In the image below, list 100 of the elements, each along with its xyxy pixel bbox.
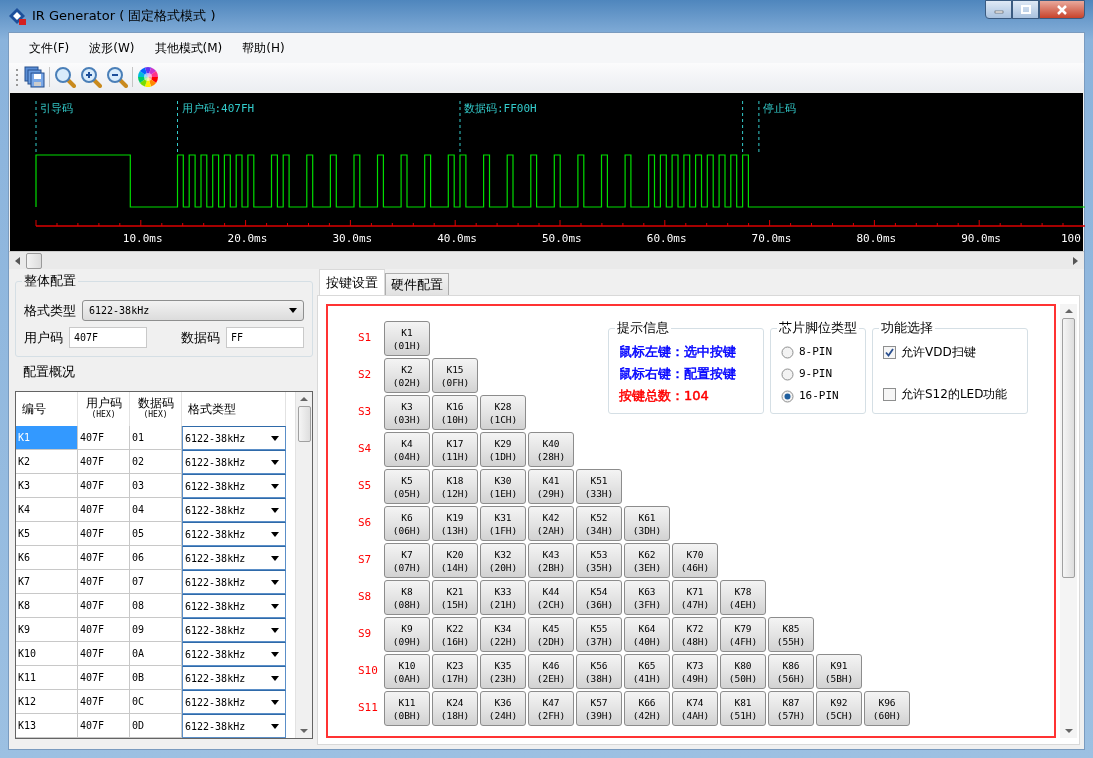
key-button[interactable]: K78 (4EH) xyxy=(720,580,766,615)
format-dropdown[interactable]: 6122-38kHz xyxy=(182,426,286,450)
table-cell[interactable]: K12 xyxy=(16,690,78,714)
key-button[interactable]: K85 (55H) xyxy=(768,617,814,652)
key-button[interactable]: K21 (15H) xyxy=(432,580,478,615)
user-code-field[interactable]: 407F xyxy=(69,327,147,348)
table-cell[interactable]: K2 xyxy=(16,450,78,474)
key-button[interactable]: K64 (40H) xyxy=(624,617,670,652)
menu-item[interactable]: 波形(W) xyxy=(79,37,145,59)
key-button[interactable]: K6 (06H) xyxy=(384,506,430,541)
table-cell[interactable]: K13 xyxy=(16,714,78,738)
format-dropdown[interactable]: 6122-38kHz xyxy=(182,714,286,738)
key-button[interactable]: K79 (4FH) xyxy=(720,617,766,652)
key-button[interactable]: K71 (47H) xyxy=(672,580,718,615)
key-button[interactable]: K33 (21H) xyxy=(480,580,526,615)
key-button[interactable]: K7 (07H) xyxy=(384,543,430,578)
key-button[interactable]: K31 (1FH) xyxy=(480,506,526,541)
key-button[interactable]: K62 (3EH) xyxy=(624,543,670,578)
key-button[interactable]: K55 (37H) xyxy=(576,617,622,652)
table-cell[interactable]: K5 xyxy=(16,522,78,546)
table-cell[interactable]: K4 xyxy=(16,498,78,522)
key-button[interactable]: K46 (2EH) xyxy=(528,654,574,689)
key-button[interactable]: K81 (51H) xyxy=(720,691,766,726)
key-button[interactable]: K57 (39H) xyxy=(576,691,622,726)
format-dropdown[interactable]: 6122-38kHz xyxy=(182,498,286,522)
key-button[interactable]: K56 (38H) xyxy=(576,654,622,689)
key-button[interactable]: K73 (49H) xyxy=(672,654,718,689)
format-dropdown[interactable]: 6122-38kHz xyxy=(182,570,286,594)
checkbox[interactable] xyxy=(883,387,896,401)
format-dropdown[interactable]: 6122-38kHz xyxy=(182,642,286,666)
key-button[interactable]: K11 (0BH) xyxy=(384,691,430,726)
key-button[interactable]: K5 (05H) xyxy=(384,469,430,504)
key-button[interactable]: K20 (14H) xyxy=(432,543,478,578)
key-button[interactable]: K40 (28H) xyxy=(528,432,574,467)
key-button[interactable]: K15 (0FH) xyxy=(432,358,478,393)
format-dropdown[interactable]: 6122-38kHz xyxy=(182,690,286,714)
format-dropdown[interactable]: 6122-38kHz xyxy=(182,666,286,690)
key-button[interactable]: K91 (5BH) xyxy=(816,654,862,689)
key-button[interactable]: K17 (11H) xyxy=(432,432,478,467)
scroll-thumb[interactable] xyxy=(1062,318,1075,578)
key-button[interactable]: K23 (17H) xyxy=(432,654,478,689)
close-button[interactable] xyxy=(1039,0,1085,19)
key-button[interactable]: K32 (20H) xyxy=(480,543,526,578)
radio-button[interactable] xyxy=(781,389,794,403)
key-button[interactable]: K96 (60H) xyxy=(864,691,910,726)
key-button[interactable]: K42 (2AH) xyxy=(528,506,574,541)
key-button[interactable]: K18 (12H) xyxy=(432,469,478,504)
key-button[interactable]: K43 (2BH) xyxy=(528,543,574,578)
menu-item[interactable]: 其他模式(M) xyxy=(144,37,233,59)
color-wheel-icon[interactable] xyxy=(137,66,159,88)
key-button[interactable]: K10 (0AH) xyxy=(384,654,430,689)
key-button[interactable]: K28 (1CH) xyxy=(480,395,526,430)
key-button[interactable]: K36 (24H) xyxy=(480,691,526,726)
key-button[interactable]: K44 (2CH) xyxy=(528,580,574,615)
data-code-field[interactable]: FF xyxy=(226,327,304,348)
table-cell[interactable]: K11 xyxy=(16,666,78,690)
key-button[interactable]: K30 (1EH) xyxy=(480,469,526,504)
key-button[interactable]: K29 (1DH) xyxy=(480,432,526,467)
format-dropdown[interactable]: 6122-38kHz xyxy=(182,474,286,498)
key-button[interactable]: K54 (36H) xyxy=(576,580,622,615)
table-cell[interactable]: K3 xyxy=(16,474,78,498)
key-button[interactable]: K4 (04H) xyxy=(384,432,430,467)
key-button[interactable]: K72 (48H) xyxy=(672,617,718,652)
zoom-out-icon[interactable] xyxy=(106,66,128,88)
key-button[interactable]: K19 (13H) xyxy=(432,506,478,541)
key-button[interactable]: K63 (3FH) xyxy=(624,580,670,615)
key-button[interactable]: K35 (23H) xyxy=(480,654,526,689)
key-button[interactable]: K74 (4AH) xyxy=(672,691,718,726)
save-icon[interactable] xyxy=(23,66,45,88)
key-button[interactable]: K66 (42H) xyxy=(624,691,670,726)
table-cell[interactable]: K9 xyxy=(16,618,78,642)
key-button[interactable]: K80 (50H) xyxy=(720,654,766,689)
tab[interactable]: 按键设置 xyxy=(319,268,385,295)
key-button[interactable]: K52 (34H) xyxy=(576,506,622,541)
tab[interactable]: 硬件配置 xyxy=(385,272,449,295)
scroll-thumb[interactable] xyxy=(297,406,311,442)
format-dropdown[interactable]: 6122-38kHz xyxy=(82,300,304,321)
key-button[interactable]: K86 (56H) xyxy=(768,654,814,689)
format-dropdown[interactable]: 6122-38kHz xyxy=(182,594,286,618)
format-dropdown[interactable]: 6122-38kHz xyxy=(182,522,286,546)
key-button[interactable]: K53 (35H) xyxy=(576,543,622,578)
key-button[interactable]: K1 (01H) xyxy=(384,321,430,356)
maximize-button[interactable] xyxy=(1012,0,1039,19)
table-cell[interactable]: K7 xyxy=(16,570,78,594)
key-button[interactable]: K8 (08H) xyxy=(384,580,430,615)
key-button[interactable]: K70 (46H) xyxy=(672,543,718,578)
key-button[interactable]: K34 (22H) xyxy=(480,617,526,652)
checkbox[interactable] xyxy=(883,345,896,359)
key-button[interactable]: K22 (16H) xyxy=(432,617,478,652)
table-cell[interactable]: K10 xyxy=(16,642,78,666)
table-cell[interactable]: K8 xyxy=(16,594,78,618)
search-icon[interactable] xyxy=(54,66,76,88)
key-button[interactable]: K24 (18H) xyxy=(432,691,478,726)
minimize-button[interactable] xyxy=(985,0,1012,19)
radio-button[interactable] xyxy=(781,367,794,381)
menu-item[interactable]: 帮助(H) xyxy=(232,37,295,59)
key-button[interactable]: K45 (2DH) xyxy=(528,617,574,652)
table-cell[interactable]: K6 xyxy=(16,546,78,570)
menu-item[interactable]: 文件(F) xyxy=(19,37,80,59)
format-dropdown[interactable]: 6122-38kHz xyxy=(182,618,286,642)
